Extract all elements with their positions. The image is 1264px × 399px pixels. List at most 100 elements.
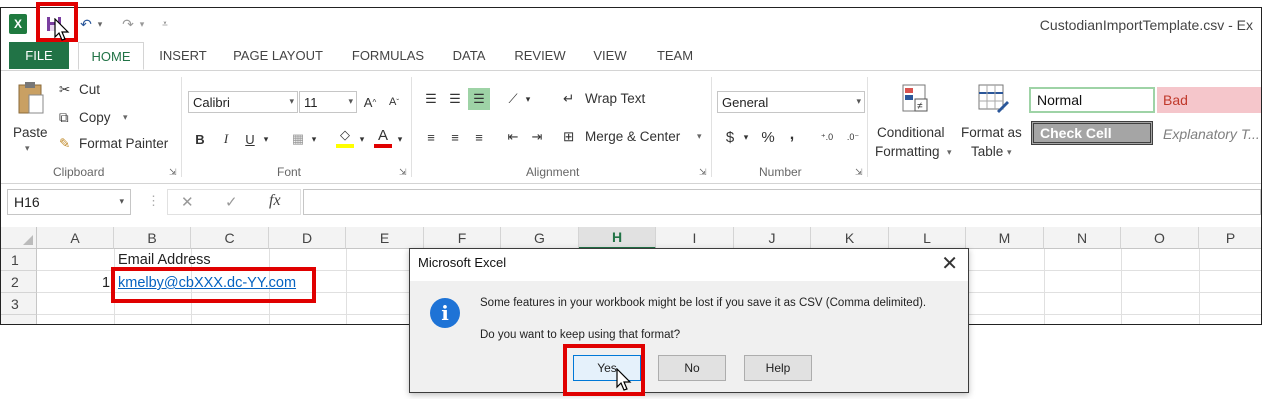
decrease-indent-icon[interactable]: ⇤: [503, 127, 523, 147]
tab-file[interactable]: FILE: [9, 42, 69, 69]
column-header-n[interactable]: N: [1044, 227, 1121, 249]
percent-button[interactable]: %: [759, 127, 777, 147]
column-header-o[interactable]: O: [1121, 227, 1199, 249]
formula-input[interactable]: [303, 189, 1261, 215]
customize-qat-button[interactable]: ⩡: [159, 13, 171, 35]
dialog-launcher-icon[interactable]: ⇲: [855, 167, 863, 178]
redo-dropdown[interactable]: ▾: [137, 13, 147, 35]
save-format-dialog: Microsoft Excel ✕ i Some features in you…: [409, 248, 969, 393]
column-header-k[interactable]: K: [811, 227, 889, 249]
column-header-h[interactable]: H: [579, 227, 656, 249]
insert-function-button[interactable]: fx: [269, 192, 281, 210]
style-explanatory[interactable]: Explanatory T...: [1157, 121, 1261, 147]
font-size-select[interactable]: 11 ▾: [299, 91, 357, 113]
enter-formula-button[interactable]: ✓: [225, 193, 238, 211]
cell-a2[interactable]: 1: [102, 275, 110, 291]
chevron-down-icon: ▾: [289, 96, 294, 106]
font-name-select[interactable]: Calibri ▾: [188, 91, 298, 113]
cancel-formula-button[interactable]: ✕: [181, 193, 194, 211]
number-format-select[interactable]: General ▾: [717, 91, 865, 113]
chevron-down-icon[interactable]: ▾: [261, 129, 271, 149]
cell-b1[interactable]: Email Address: [118, 252, 211, 268]
tab-insert[interactable]: INSERT: [151, 42, 215, 69]
font-color-button[interactable]: A: [373, 127, 393, 149]
column-header-l[interactable]: L: [889, 227, 966, 249]
svg-text:≠: ≠: [917, 101, 923, 112]
italic-button[interactable]: I: [217, 129, 235, 149]
column-header-j[interactable]: J: [734, 227, 811, 249]
align-top-icon[interactable]: ☰: [421, 89, 441, 109]
column-header-b[interactable]: B: [114, 227, 191, 249]
wrap-text-button[interactable]: ↵ Wrap Text: [563, 89, 663, 111]
format-painter-button[interactable]: ✎ Format Painter: [59, 135, 179, 155]
style-normal[interactable]: Normal: [1029, 87, 1155, 113]
paste-label: Paste: [13, 125, 48, 140]
column-header-d[interactable]: D: [269, 227, 346, 249]
tab-formulas[interactable]: FORMULAS: [341, 42, 435, 69]
column-header-i[interactable]: I: [656, 227, 734, 249]
bold-button[interactable]: B: [191, 129, 209, 149]
close-icon[interactable]: ✕: [941, 251, 958, 276]
undo-button[interactable]: ↶: [77, 13, 95, 35]
format-as-table-button[interactable]: Format as Table ▾: [959, 79, 1029, 165]
group-separator: [867, 77, 868, 177]
redo-button[interactable]: ↷: [119, 13, 137, 35]
column-header-m[interactable]: M: [966, 227, 1044, 249]
format-painter-label: Format Painter: [79, 136, 169, 151]
chevron-down-icon[interactable]: ▾: [523, 89, 533, 109]
tab-view[interactable]: VIEW: [584, 42, 636, 69]
undo-icon: ↶: [80, 15, 92, 32]
dialog-launcher-icon[interactable]: ⇲: [169, 167, 177, 178]
chevron-down-icon[interactable]: ▾: [357, 129, 367, 149]
increase-decimal-icon[interactable]: ⁺.0: [817, 127, 837, 147]
align-left-icon[interactable]: ≡: [421, 127, 441, 147]
column-header-g[interactable]: G: [501, 227, 579, 249]
cut-button[interactable]: ✂ Cut: [59, 81, 119, 101]
row-header-4[interactable]: [1, 315, 37, 324]
name-box[interactable]: H16 ▾: [7, 189, 131, 215]
column-header-a[interactable]: A: [37, 227, 114, 249]
paste-button[interactable]: Paste ▾: [11, 75, 51, 161]
chevron-down-icon[interactable]: ▾: [309, 129, 319, 149]
underline-button[interactable]: U: [241, 129, 259, 149]
copy-button[interactable]: ⧉ Copy ▾: [59, 109, 139, 129]
tab-team[interactable]: TEAM: [644, 42, 706, 69]
increase-indent-icon[interactable]: ⇥: [527, 127, 547, 147]
align-middle-icon[interactable]: ☰: [445, 89, 465, 109]
column-header-e[interactable]: E: [346, 227, 424, 249]
tab-data[interactable]: DATA: [441, 42, 497, 69]
chevron-down-icon[interactable]: ▾: [741, 127, 751, 147]
help-button[interactable]: Help: [744, 355, 812, 381]
chevron-down-icon[interactable]: ▾: [395, 129, 405, 149]
tab-review[interactable]: REVIEW: [503, 42, 577, 69]
align-bottom-icon[interactable]: ☰: [468, 88, 490, 110]
row-header-2[interactable]: 2: [1, 271, 37, 293]
style-bad[interactable]: Bad: [1157, 87, 1261, 113]
dialog-launcher-icon[interactable]: ⇲: [399, 167, 407, 178]
decrease-decimal-icon[interactable]: .0⁻: [843, 127, 863, 147]
align-right-icon[interactable]: ≡: [469, 127, 489, 147]
currency-button[interactable]: $: [721, 127, 739, 147]
fill-color-button[interactable]: ◇: [335, 127, 355, 149]
no-button[interactable]: No: [658, 355, 726, 381]
chevron-down-icon: ▾: [947, 147, 952, 157]
tab-page-layout[interactable]: PAGE LAYOUT: [223, 42, 333, 69]
select-all-button[interactable]: [1, 227, 37, 249]
row-header-1[interactable]: 1: [1, 249, 37, 271]
undo-dropdown[interactable]: ▾: [95, 13, 105, 35]
column-header-p[interactable]: P: [1199, 227, 1261, 249]
increase-font-icon[interactable]: A ^: [361, 93, 379, 111]
style-check-cell[interactable]: Check Cell: [1031, 121, 1153, 145]
column-header-f[interactable]: F: [424, 227, 501, 249]
borders-icon[interactable]: ▦: [287, 129, 309, 149]
decrease-font-icon[interactable]: Aˇ: [385, 93, 403, 111]
row-header-3[interactable]: 3: [1, 293, 37, 315]
comma-style-button[interactable]: ,: [785, 125, 799, 145]
orientation-icon[interactable]: ⟋: [503, 89, 523, 109]
column-header-c[interactable]: C: [191, 227, 269, 249]
tab-home[interactable]: HOME: [78, 42, 144, 70]
merge-center-button[interactable]: ⊞ Merge & Center ▾: [563, 127, 711, 149]
dialog-launcher-icon[interactable]: ⇲: [699, 167, 707, 178]
conditional-formatting-button[interactable]: ≠ Conditional Formatting ▾: [873, 79, 957, 165]
align-center-icon[interactable]: ≡: [445, 127, 465, 147]
